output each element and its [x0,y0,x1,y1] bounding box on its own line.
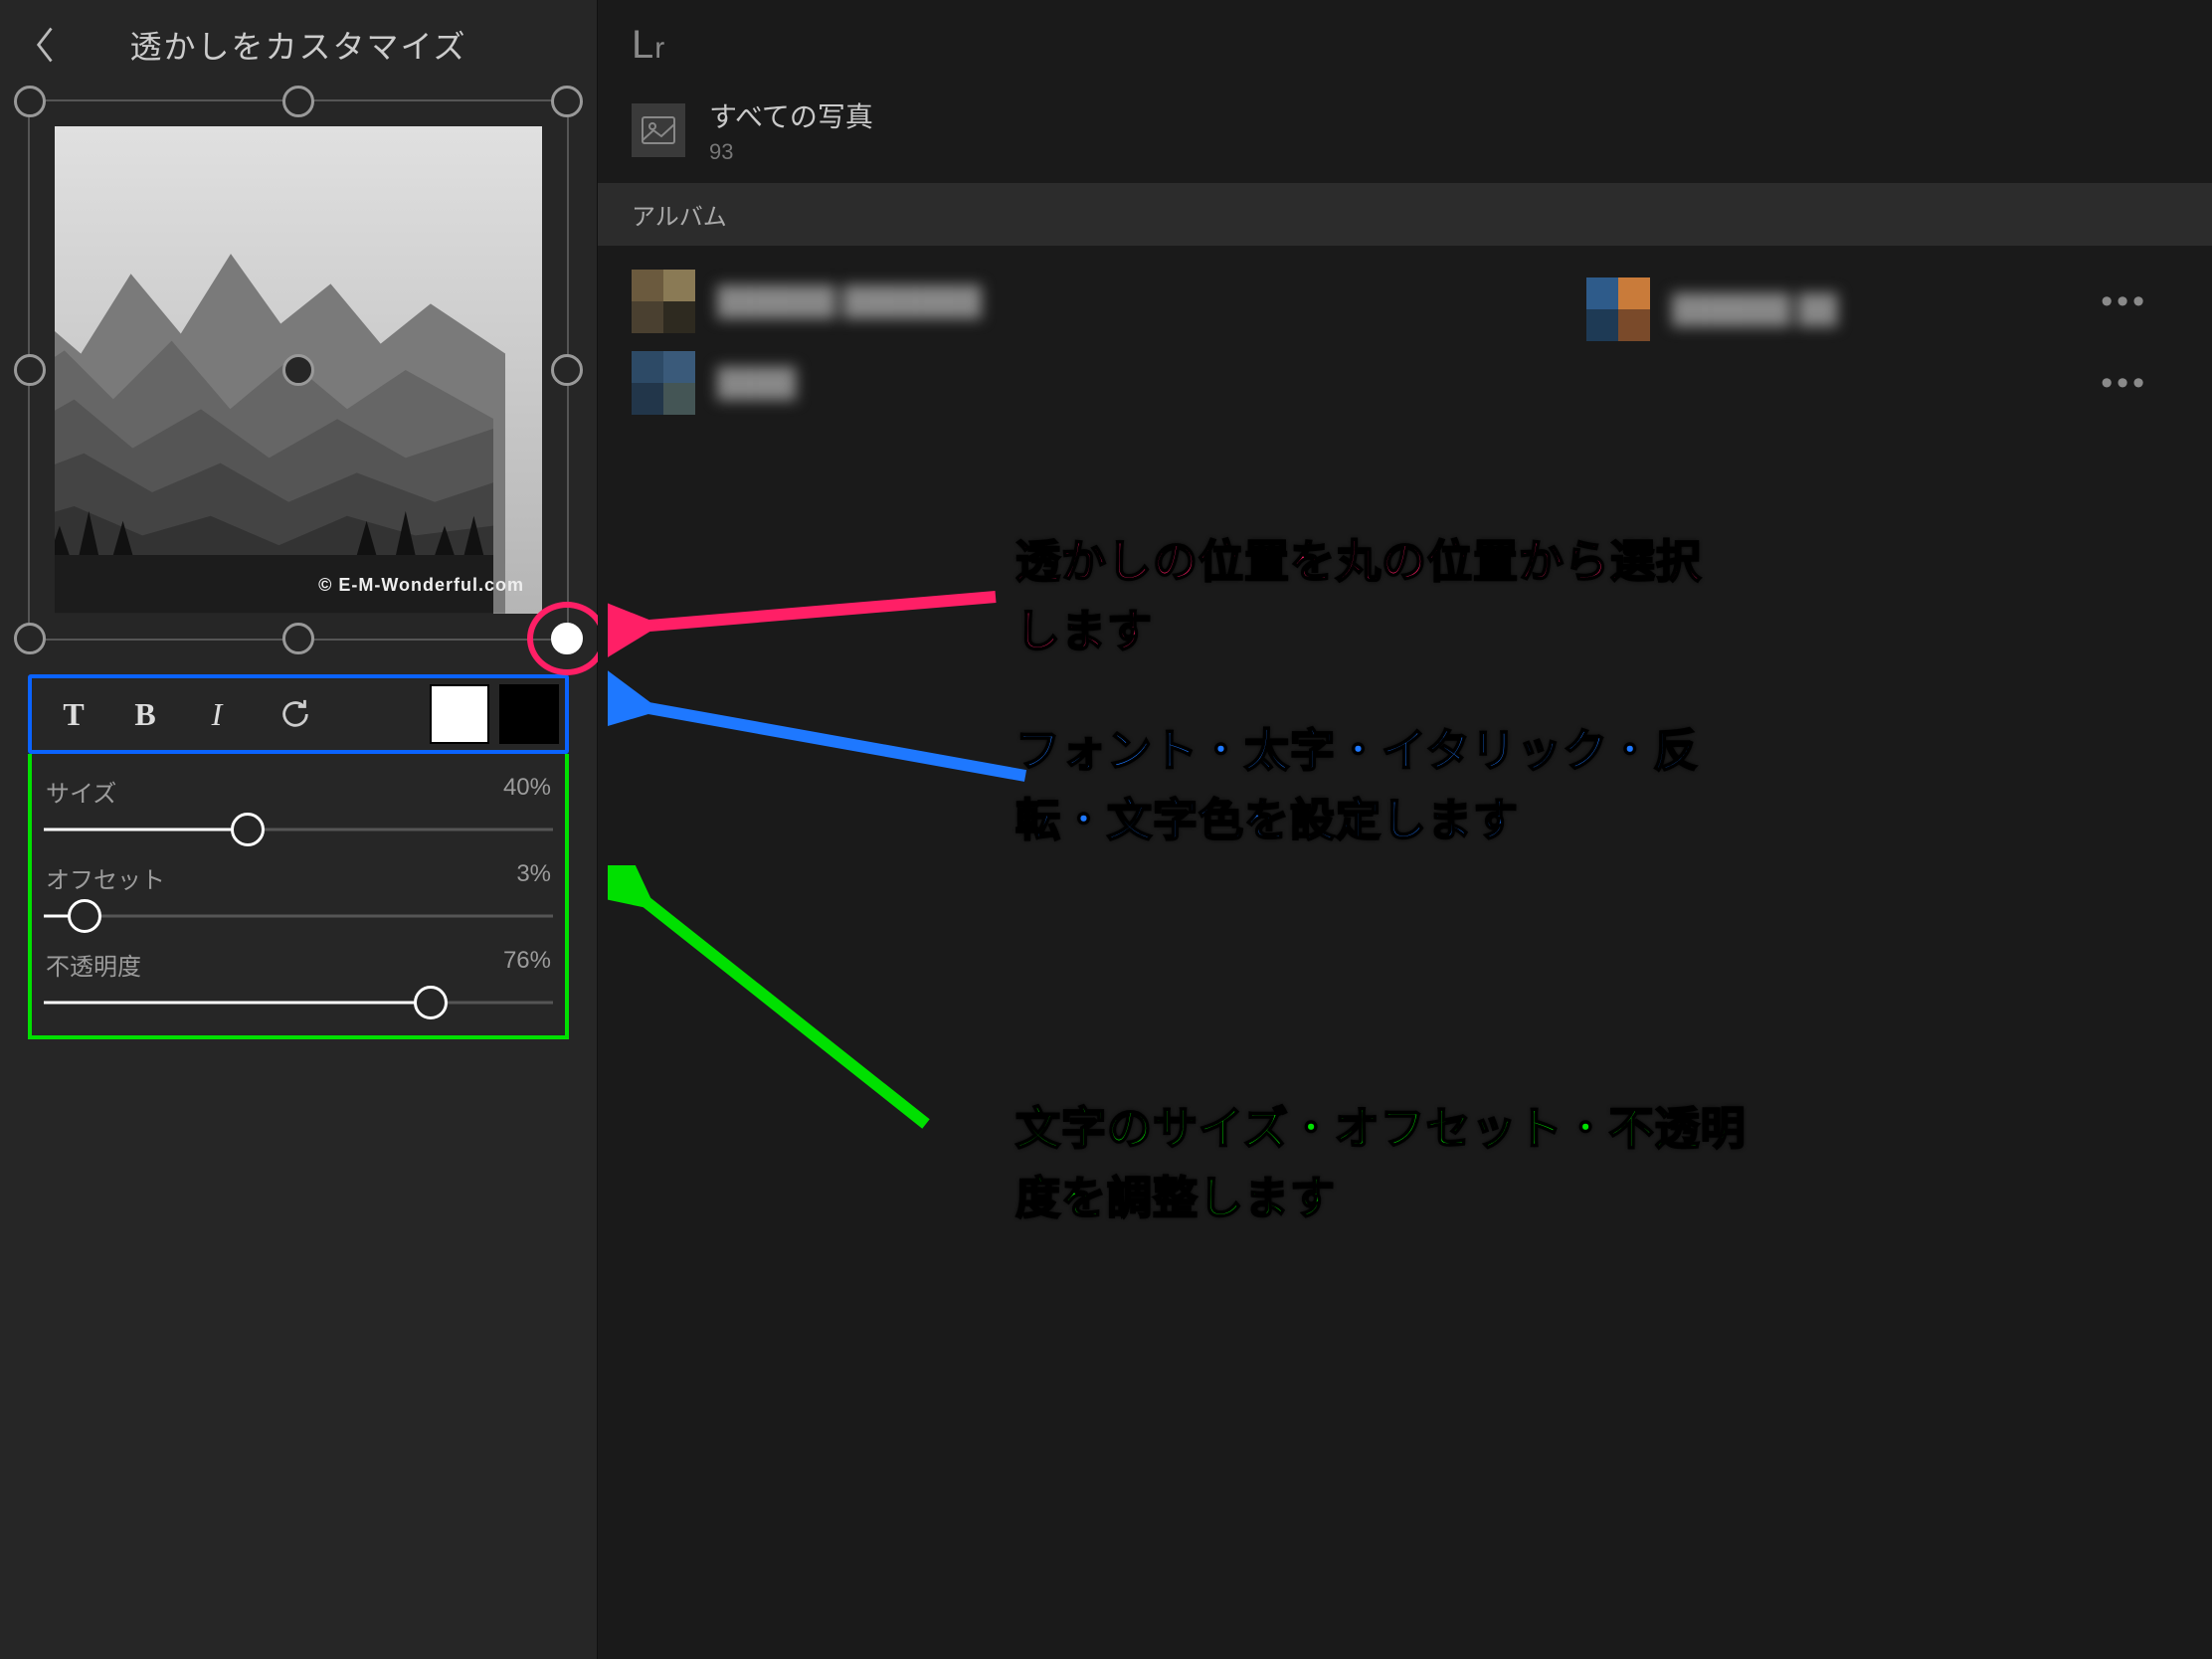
lightroom-logo: Lr [632,23,665,68]
watermark-sample-text: © E-M-Wonderful.com [318,575,524,596]
album-section-header: アルバム [598,183,2212,246]
offset-slider-block: オフセット 3% [44,860,553,931]
album-thumb [632,270,695,333]
watermark-position-frame: © E-M-Wonderful.com [28,99,569,641]
offset-slider[interactable] [44,901,553,931]
size-slider[interactable] [44,815,553,844]
offset-label: オフセット [46,860,165,895]
photo-icon [632,103,685,157]
size-value: 40% [503,774,551,809]
annotation-text-red: 透かしの位置を丸の位置から選択します [1015,527,1732,666]
album-thumb [632,351,695,415]
annotation-arrow-red [608,557,1006,676]
opacity-label: 不透明度 [46,947,141,982]
position-handle-bottom-center[interactable] [282,623,314,654]
size-slider-block: サイズ 40% [44,774,553,844]
album-title-blurred: ████ [717,367,796,399]
album-more-icon[interactable]: ••• [2101,282,2178,321]
annotation-arrow-blue [608,656,1035,796]
opacity-value: 76% [503,947,551,982]
album-thumb [1586,277,1650,341]
bold-button[interactable]: B [109,685,181,743]
album-more-icon[interactable]: ••• [2101,364,2178,403]
position-handle-top-center[interactable] [282,86,314,117]
offset-value: 3% [516,860,551,895]
position-handle-bottom-left[interactable] [14,623,46,654]
all-photos-row[interactable]: すべての写真 93 [598,90,2212,183]
album-row[interactable]: ██████ ██ [1574,272,2190,347]
back-button[interactable] [26,25,66,65]
position-handle-middle-right[interactable] [551,354,583,386]
annotation-arrow-green [608,865,936,1144]
position-handle-top-left[interactable] [14,86,46,117]
color-swatch-white[interactable] [430,684,489,744]
sliders-group: サイズ 40% オフセット 3% 不透明度 76% [28,754,569,1039]
opacity-slider[interactable] [44,988,553,1017]
all-photos-count: 93 [709,139,873,165]
size-label: サイズ [46,774,116,809]
annotation-text-green: 文字のサイズ・オフセット・不透明度を調整します [1015,1094,1771,1233]
color-swatch-black[interactable] [499,684,559,744]
rotate-button[interactable] [253,685,338,743]
position-handle-middle-left[interactable] [14,354,46,386]
all-photos-label: すべての写真 [709,95,873,135]
album-title-blurred: ██████ ███████ [717,285,982,317]
italic-button[interactable]: I [181,685,253,743]
position-handle-middle-center[interactable] [282,354,314,386]
text-style-toolbar: T B I [28,674,569,754]
position-handle-top-right[interactable] [551,86,583,117]
position-handle-bottom-right[interactable] [551,623,583,654]
album-title-blurred: ██████ ██ [1672,293,1837,325]
album-row[interactable]: ████ ••• [620,345,2190,421]
panel-title: 透かしをカスタマイズ [66,22,571,68]
font-button[interactable]: T [38,685,109,743]
opacity-slider-block: 不透明度 76% [44,947,553,1017]
annotation-text-blue: フォント・太字・イタリック・反転・文字色を設定します [1015,716,1732,855]
